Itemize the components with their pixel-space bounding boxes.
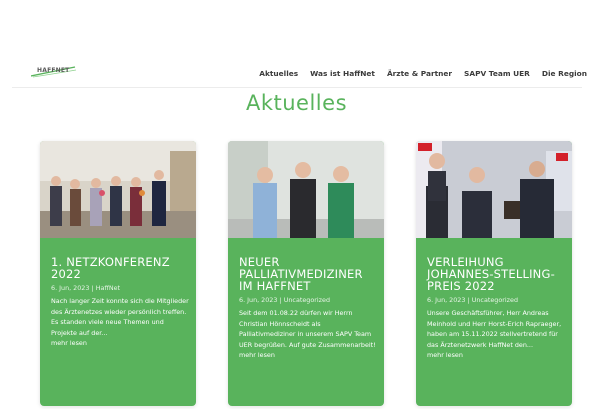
meta-separator: | — [467, 296, 470, 304]
read-more-link[interactable]: mehr lesen — [51, 338, 191, 349]
post-excerpt: Seit dem 01.08.22 dürfen wir Herrn Chris… — [239, 309, 376, 349]
post-date: 6. Jun, 2023 — [427, 296, 466, 304]
post-body: 1. NETZKONFERENZ 2022 6. Jun, 2023 | Haf… — [51, 256, 191, 349]
post-title[interactable]: 1. NETZKONFERENZ 2022 — [51, 256, 191, 280]
main-navigation: Aktuelles Was ist HaffNet Ärzte & Partne… — [259, 69, 587, 78]
nav-item-aerzte-partner[interactable]: Ärzte & Partner — [387, 69, 452, 78]
post-category-link[interactable]: Uncategorized — [284, 296, 330, 304]
post-card[interactable]: 1. NETZKONFERENZ 2022 6. Jun, 2023 | Haf… — [40, 141, 196, 406]
post-body: NEUER PALLIATIVMEDIZINER IM HAFFNET 6. J… — [239, 256, 379, 361]
read-more-link[interactable]: mehr lesen — [427, 350, 567, 361]
post-body: VERLEIHUNG JOHANNES-STELLING-PREIS 2022 … — [427, 256, 567, 361]
haffnet-logo[interactable]: HAFFNET — [31, 66, 77, 78]
group-photo-image — [40, 141, 196, 238]
post-date: 6. Jun, 2023 — [239, 296, 278, 304]
post-title[interactable]: NEUER PALLIATIVMEDIZINER IM HAFFNET — [239, 256, 379, 292]
site-header: HAFFNET Aktuelles Was ist HaffNet Ärzte … — [0, 60, 593, 90]
nav-item-sapv-team-uer[interactable]: SAPV Team UER — [464, 69, 530, 78]
post-meta: 6. Jun, 2023 | Uncategorized — [239, 296, 379, 304]
logo-text: HAFFNET — [37, 67, 70, 74]
read-more-link[interactable]: mehr lesen — [239, 350, 379, 361]
meta-separator: | — [279, 296, 282, 304]
nav-item-aktuelles[interactable]: Aktuelles — [259, 69, 298, 78]
three-men-photo-image — [228, 141, 384, 238]
header-divider — [12, 87, 582, 88]
post-card[interactable]: VERLEIHUNG JOHANNES-STELLING-PREIS 2022 … — [416, 141, 572, 406]
page-title: Aktuelles — [245, 91, 348, 115]
post-image-three-men[interactable] — [228, 141, 384, 238]
post-excerpt: Nach langer Zeit konnte sich die Mitglie… — [51, 297, 189, 337]
post-date: 6. Jun, 2023 — [51, 284, 90, 292]
post-image-award-ceremony[interactable] — [416, 141, 572, 238]
post-meta: 6. Jun, 2023 | Uncategorized — [427, 296, 567, 304]
post-category-link[interactable]: Uncategorized — [472, 296, 518, 304]
post-excerpt: Unsere Geschäftsführer, Herr Andreas Mei… — [427, 309, 562, 349]
nav-item-die-region[interactable]: Die Region — [542, 69, 587, 78]
post-title[interactable]: VERLEIHUNG JOHANNES-STELLING-PREIS 2022 — [427, 256, 567, 292]
post-image-conference-group[interactable] — [40, 141, 196, 238]
award-ceremony-photo-image — [416, 141, 572, 238]
nav-item-was-ist-haffnet[interactable]: Was ist HaffNet — [310, 69, 375, 78]
post-card[interactable]: NEUER PALLIATIVMEDIZINER IM HAFFNET 6. J… — [228, 141, 384, 406]
meta-separator: | — [91, 284, 94, 292]
post-category-link[interactable]: HaffNet — [96, 284, 120, 292]
post-meta: 6. Jun, 2023 | HaffNet — [51, 284, 191, 292]
